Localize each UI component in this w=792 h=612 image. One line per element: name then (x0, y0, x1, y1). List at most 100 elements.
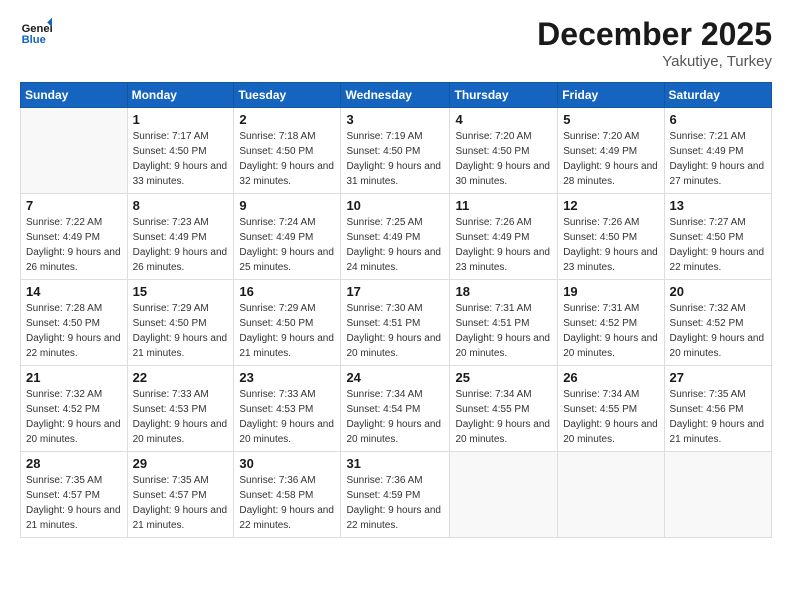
day-number: 31 (346, 456, 444, 471)
day-info: Sunrise: 7:34 AMSunset: 4:55 PMDaylight:… (563, 387, 658, 447)
day-info: Sunrise: 7:29 AMSunset: 4:50 PMDaylight:… (239, 301, 335, 361)
calendar-cell: 12 Sunrise: 7:26 AMSunset: 4:50 PMDayligh… (558, 194, 664, 280)
day-number: 27 (670, 370, 766, 385)
day-number: 28 (26, 456, 122, 471)
day-info: Sunrise: 7:33 AMSunset: 4:53 PMDaylight:… (239, 387, 335, 447)
calendar-cell: 9Sunrise: 7:24 AMSunset: 4:49 PMDaylight… (234, 194, 341, 280)
day-number: 6 (670, 112, 766, 127)
calendar-cell: 15Sunrise: 7:29 AMSunset: 4:50 PMDayligh… (127, 280, 234, 366)
calendar-cell: 23 Sunrise: 7:33 AMSunset: 4:53 PMDayligh… (234, 366, 341, 452)
day-number: 12 (563, 198, 658, 213)
day-info: Sunrise: 7:22 AMSunset: 4:49 PMDaylight:… (26, 215, 122, 275)
day-info: Sunrise: 7:25 AMSunset: 4:49 PMDaylight:… (346, 215, 444, 275)
day-number: 29 (133, 456, 229, 471)
day-number: 11 (455, 198, 552, 213)
calendar-cell: 31 Sunrise: 7:36 AMSunset: 4:59 PMDayligh… (341, 452, 450, 538)
calendar-cell: 6 Sunrise: 7:21 AMSunset: 4:49 PMDaylight… (664, 108, 771, 194)
day-info: Sunrise: 7:17 AMSunset: 4:50 PMDaylight:… (133, 129, 229, 189)
day-number: 10 (346, 198, 444, 213)
day-number: 3 (346, 112, 444, 127)
weekday-header-thursday: Thursday (450, 83, 558, 108)
title-block: December 2025 Yakutiye, Turkey (537, 16, 772, 70)
calendar-table: SundayMondayTuesdayWednesdayThursdayFrid… (20, 82, 772, 538)
calendar-cell: 25 Sunrise: 7:34 AMSunset: 4:55 PMDayligh… (450, 366, 558, 452)
day-number: 2 (239, 112, 335, 127)
day-number: 19 (563, 284, 658, 299)
day-info: Sunrise: 7:33 AMSunset: 4:53 PMDaylight:… (133, 387, 229, 447)
day-number: 24 (346, 370, 444, 385)
day-number: 22 (133, 370, 229, 385)
calendar-cell: 24 Sunrise: 7:34 AMSunset: 4:54 PMDayligh… (341, 366, 450, 452)
day-number: 5 (563, 112, 658, 127)
logo: General Blue (20, 16, 52, 48)
calendar-cell: 10 Sunrise: 7:25 AMSunset: 4:49 PMDayligh… (341, 194, 450, 280)
day-info: Sunrise: 7:31 AMSunset: 4:51 PMDaylight:… (455, 301, 552, 361)
month-title: December 2025 (537, 16, 772, 53)
day-info: Sunrise: 7:35 AMSunset: 4:56 PMDaylight:… (670, 387, 766, 447)
day-number: 9 (239, 198, 335, 213)
day-info: Sunrise: 7:34 AMSunset: 4:55 PMDaylight:… (455, 387, 552, 447)
day-number: 20 (670, 284, 766, 299)
calendar-cell: 28 Sunrise: 7:35 AMSunset: 4:57 PMDayligh… (21, 452, 128, 538)
calendar-cell: 21 Sunrise: 7:32 AMSunset: 4:52 PMDayligh… (21, 366, 128, 452)
calendar-cell (21, 108, 128, 194)
calendar-cell: 4 Sunrise: 7:20 AMSunset: 4:50 PMDaylight… (450, 108, 558, 194)
day-info: Sunrise: 7:32 AMSunset: 4:52 PMDaylight:… (670, 301, 766, 361)
day-info: Sunrise: 7:31 AMSunset: 4:52 PMDaylight:… (563, 301, 658, 361)
day-info: Sunrise: 7:35 AMSunset: 4:57 PMDaylight:… (26, 473, 122, 533)
day-info: Sunrise: 7:34 AMSunset: 4:54 PMDaylight:… (346, 387, 444, 447)
day-number: 23 (239, 370, 335, 385)
calendar-cell: 8 Sunrise: 7:23 AMSunset: 4:49 PMDaylight… (127, 194, 234, 280)
day-number: 26 (563, 370, 658, 385)
calendar-cell (558, 452, 664, 538)
day-number: 21 (26, 370, 122, 385)
day-number: 18 (455, 284, 552, 299)
calendar-cell: 26 Sunrise: 7:34 AMSunset: 4:55 PMDayligh… (558, 366, 664, 452)
weekday-header-monday: Monday (127, 83, 234, 108)
calendar-cell: 1Sunrise: 7:17 AMSunset: 4:50 PMDaylight… (127, 108, 234, 194)
day-info: Sunrise: 7:18 AMSunset: 4:50 PMDaylight:… (239, 129, 335, 189)
day-info: Sunrise: 7:36 AMSunset: 4:59 PMDaylight:… (346, 473, 444, 533)
svg-text:Blue: Blue (22, 34, 46, 46)
svg-text:General: General (22, 23, 52, 35)
day-number: 14 (26, 284, 122, 299)
calendar-cell: 3 Sunrise: 7:19 AMSunset: 4:50 PMDaylight… (341, 108, 450, 194)
calendar-cell: 30Sunrise: 7:36 AMSunset: 4:58 PMDayligh… (234, 452, 341, 538)
calendar-cell: 13 Sunrise: 7:27 AMSunset: 4:50 PMDayligh… (664, 194, 771, 280)
calendar-cell: 27 Sunrise: 7:35 AMSunset: 4:56 PMDayligh… (664, 366, 771, 452)
day-info: Sunrise: 7:20 AMSunset: 4:49 PMDaylight:… (563, 129, 658, 189)
day-info: Sunrise: 7:21 AMSunset: 4:49 PMDaylight:… (670, 129, 766, 189)
day-info: Sunrise: 7:32 AMSunset: 4:52 PMDaylight:… (26, 387, 122, 447)
day-number: 30 (239, 456, 335, 471)
day-number: 13 (670, 198, 766, 213)
calendar-page: General Blue December 2025 Yakutiye, Tur… (0, 0, 792, 612)
day-info: Sunrise: 7:29 AMSunset: 4:50 PMDaylight:… (133, 301, 229, 361)
day-info: Sunrise: 7:20 AMSunset: 4:50 PMDaylight:… (455, 129, 552, 189)
day-number: 17 (346, 284, 444, 299)
day-number: 8 (133, 198, 229, 213)
calendar-cell: 11 Sunrise: 7:26 AMSunset: 4:49 PMDayligh… (450, 194, 558, 280)
calendar-cell: 22 Sunrise: 7:33 AMSunset: 4:53 PMDayligh… (127, 366, 234, 452)
day-number: 4 (455, 112, 552, 127)
weekday-header-tuesday: Tuesday (234, 83, 341, 108)
day-info: Sunrise: 7:26 AMSunset: 4:49 PMDaylight:… (455, 215, 552, 275)
calendar-cell: 18 Sunrise: 7:31 AMSunset: 4:51 PMDayligh… (450, 280, 558, 366)
day-info: Sunrise: 7:30 AMSunset: 4:51 PMDaylight:… (346, 301, 444, 361)
calendar-cell: 20 Sunrise: 7:32 AMSunset: 4:52 PMDayligh… (664, 280, 771, 366)
header: General Blue December 2025 Yakutiye, Tur… (20, 16, 772, 70)
day-number: 7 (26, 198, 122, 213)
day-info: Sunrise: 7:23 AMSunset: 4:49 PMDaylight:… (133, 215, 229, 275)
day-info: Sunrise: 7:19 AMSunset: 4:50 PMDaylight:… (346, 129, 444, 189)
location-subtitle: Yakutiye, Turkey (537, 53, 772, 70)
weekday-header-friday: Friday (558, 83, 664, 108)
day-info: Sunrise: 7:26 AMSunset: 4:50 PMDaylight:… (563, 215, 658, 275)
day-info: Sunrise: 7:27 AMSunset: 4:50 PMDaylight:… (670, 215, 766, 275)
calendar-cell: 14Sunrise: 7:28 AMSunset: 4:50 PMDayligh… (21, 280, 128, 366)
calendar-cell: 2 Sunrise: 7:18 AMSunset: 4:50 PMDaylight… (234, 108, 341, 194)
day-number: 25 (455, 370, 552, 385)
day-number: 16 (239, 284, 335, 299)
calendar-cell: 17 Sunrise: 7:30 AMSunset: 4:51 PMDayligh… (341, 280, 450, 366)
calendar-cell: 5 Sunrise: 7:20 AMSunset: 4:49 PMDaylight… (558, 108, 664, 194)
calendar-cell: 19 Sunrise: 7:31 AMSunset: 4:52 PMDayligh… (558, 280, 664, 366)
calendar-cell: 16 Sunrise: 7:29 AMSunset: 4:50 PMDayligh… (234, 280, 341, 366)
